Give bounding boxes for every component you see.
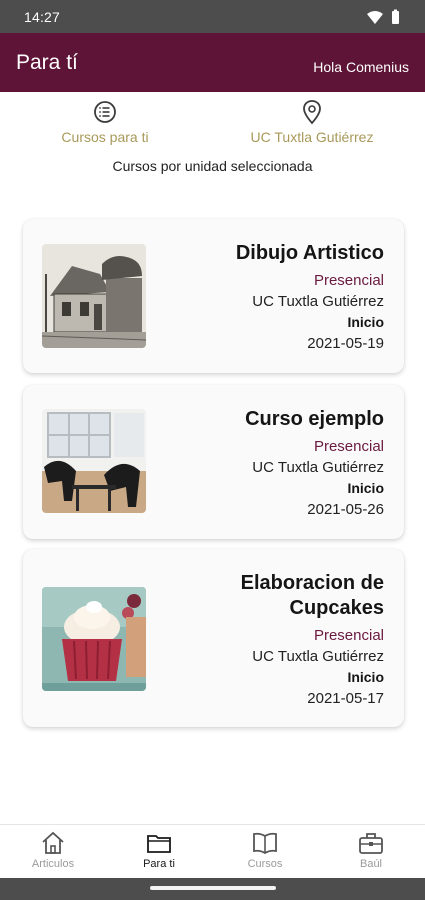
courses-for-you-tab[interactable]: Cursos para ti: [25, 99, 185, 145]
folder-icon: [147, 835, 171, 853]
course-modality: Presencial: [313, 438, 384, 455]
course-card[interactable]: Dibujo Artistico Presencial UC Tuxtla Gu…: [23, 219, 404, 373]
unit-selector-label: UC Tuxtla Gutiérrez: [250, 129, 374, 145]
course-unit: UC Tuxtla Gutiérrez: [252, 293, 384, 310]
system-navigation-bar: [0, 878, 425, 900]
course-start-date: 2021-05-26: [307, 501, 384, 518]
nav-label: Para ti: [143, 858, 175, 870]
office-chairs-image: [42, 409, 146, 513]
course-title: Elaboracion de Cupcakes: [240, 572, 384, 619]
course-title: Curso ejemplo: [245, 408, 384, 430]
list-icon: [94, 101, 116, 123]
course-thumbnail: [42, 244, 146, 348]
course-start-label: Inicio: [347, 669, 384, 685]
battery-icon: [392, 11, 399, 24]
nav-label: Baúl: [359, 858, 383, 870]
course-thumbnail: [42, 409, 146, 513]
wifi-icon: [367, 11, 383, 24]
course-info: Curso ejemplo Presencial UC Tuxtla Gutié…: [169, 407, 384, 521]
unit-selector-tab[interactable]: UC Tuxtla Gutiérrez: [232, 99, 392, 145]
nav-label: Articulos: [31, 858, 75, 870]
nav-item-para-ti[interactable]: Para ti: [106, 830, 212, 870]
home-gesture-handle[interactable]: [150, 886, 276, 890]
sketch-house-image: [42, 244, 146, 348]
bottom-navigation: Articulos Para ti Cursos Baúl: [0, 824, 425, 878]
nav-item-baul[interactable]: Baúl: [318, 830, 424, 870]
cupcake-image: [42, 587, 146, 691]
user-greeting: Hola Comenius: [313, 59, 409, 75]
status-time: 14:27: [24, 9, 61, 25]
nav-item-articulos[interactable]: Articulos: [0, 830, 106, 870]
section-subtitle: Cursos por unidad seleccionada: [112, 158, 313, 174]
app-bar: Para tí Hola Comenius: [0, 33, 425, 92]
briefcase-icon: [359, 833, 383, 854]
course-card[interactable]: Elaboracion de Cupcakes Presencial UC Tu…: [23, 549, 404, 727]
status-icons: [367, 9, 399, 24]
location-pin-icon: [303, 100, 321, 125]
courses-for-you-label: Cursos para ti: [61, 129, 149, 145]
course-unit: UC Tuxtla Gutiérrez: [252, 648, 384, 665]
status-bar: 14:27: [0, 0, 425, 33]
course-thumbnail: [42, 587, 146, 691]
home-icon: [42, 831, 64, 854]
course-title: Dibujo Artistico: [235, 242, 384, 264]
course-unit: UC Tuxtla Gutiérrez: [252, 459, 384, 476]
nav-label: Cursos: [247, 858, 283, 870]
course-info: Elaboracion de Cupcakes Presencial UC Tu…: [169, 571, 384, 710]
book-icon: [253, 832, 277, 855]
course-start-label: Inicio: [347, 314, 384, 330]
course-info: Dibujo Artistico Presencial UC Tuxtla Gu…: [169, 241, 384, 355]
course-card[interactable]: Curso ejemplo Presencial UC Tuxtla Gutié…: [23, 385, 404, 539]
course-start-date: 2021-05-17: [307, 690, 384, 707]
course-start-label: Inicio: [347, 480, 384, 496]
course-modality: Presencial: [313, 272, 384, 289]
nav-item-cursos[interactable]: Cursos: [212, 830, 318, 870]
course-start-date: 2021-05-19: [307, 335, 384, 352]
course-modality: Presencial: [313, 627, 384, 644]
page-title: Para tí: [16, 51, 78, 74]
